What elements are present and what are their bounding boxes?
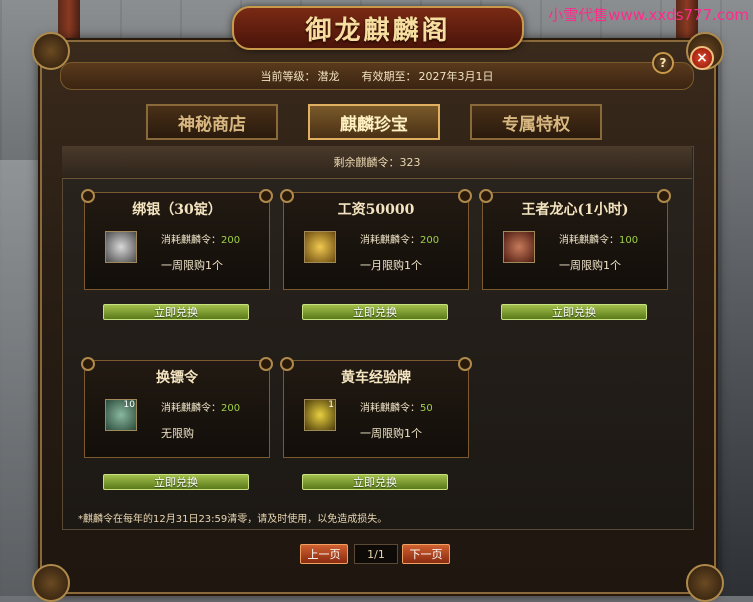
item-card-escort-token: 换镖令 10 消耗麒麟令：200 无限购 <box>81 357 273 458</box>
exchange-button[interactable]: 立即兑换 <box>302 304 448 320</box>
panel-title: 御龙麒麟阁 <box>305 15 451 46</box>
expiry-info: 有效期至： 2027年3月1日 <box>362 68 494 84</box>
cost-value: 200 <box>420 235 440 246</box>
expiry-value: 2027年3月1日 <box>418 70 494 83</box>
cost-value: 200 <box>221 403 241 414</box>
watermark-text: 小雪代售www.xxds777.com <box>548 6 749 24</box>
prev-page-button[interactable]: 上一页 <box>300 544 348 564</box>
cost-label: 消耗麒麟令： <box>161 235 221 246</box>
item-limit: 一月限购1个 <box>360 259 422 272</box>
level-info: 当前等级： 潜龙 <box>261 68 340 84</box>
gold-pouch-icon[interactable] <box>304 231 336 263</box>
item-limit: 无限购 <box>161 427 194 440</box>
silver-ingot-icon[interactable] <box>105 231 137 263</box>
item-card-salary: 工资50000 消耗麒麟令：200 一月限购1个 <box>280 189 472 290</box>
escort-token-icon[interactable]: 10 <box>105 399 137 431</box>
item-cost: 消耗麒麟令：50 <box>360 399 433 414</box>
title-plaque: 御龙麒麟阁 <box>232 6 524 50</box>
help-button[interactable]: ? <box>652 52 674 74</box>
cost-value: 50 <box>420 403 433 414</box>
item-stack-count: 1 <box>328 400 334 410</box>
item-card-dragon-heart: 王者龙心(1小时) 消耗麒麟令：100 一周限购1个 <box>479 189 671 290</box>
next-page-button[interactable]: 下一页 <box>402 544 450 564</box>
item-cost: 消耗麒麟令：200 <box>161 231 240 246</box>
cost-label: 消耗麒麟令： <box>360 235 420 246</box>
item-card-yellow-cart: 黄车经验牌 1 消耗麒麟令：50 一周限购1个 <box>280 357 472 458</box>
cost-label: 消耗麒麟令： <box>161 403 221 414</box>
exchange-button[interactable]: 立即兑换 <box>103 474 249 490</box>
item-card-bound-silver: 绑银（30锭） 消耗麒麟令：200 一周限购1个 <box>81 189 273 290</box>
item-cost: 消耗麒麟令：200 <box>161 399 240 414</box>
expiry-label: 有效期至： <box>361 70 417 83</box>
level-label: 当前等级： <box>260 70 316 83</box>
close-button[interactable]: × <box>690 46 714 70</box>
item-cost: 消耗麒麟令：100 <box>559 231 638 246</box>
page-indicator: 1/1 <box>354 544 398 564</box>
corner-ornament-br <box>686 564 724 602</box>
yellow-cart-icon[interactable]: 1 <box>304 399 336 431</box>
item-limit: 一周限购1个 <box>360 427 422 440</box>
remaining-value: 323 <box>399 155 421 169</box>
item-name: 王者龙心(1小时) <box>521 202 629 218</box>
item-limit: 一周限购1个 <box>559 259 621 272</box>
level-value: 潜龙 <box>317 70 340 83</box>
item-name: 换镖令 <box>156 370 198 386</box>
corner-ornament-bl <box>32 564 70 602</box>
reset-notice: *麒麟令在每年的12月31日23:59清零，请及时使用，以免造成损失。 <box>78 514 388 525</box>
status-bar: 当前等级： 潜龙 有效期至： 2027年3月1日 <box>60 62 694 90</box>
cost-label: 消耗麒麟令： <box>360 403 420 414</box>
exchange-button[interactable]: 立即兑换 <box>103 304 249 320</box>
item-name: 绑银（30锭） <box>132 202 222 218</box>
tab-exclusive-privilege[interactable]: 专属特权 <box>470 104 602 140</box>
cost-label: 消耗麒麟令： <box>559 235 619 246</box>
item-name: 黄车经验牌 <box>341 370 411 386</box>
tab-mystery-shop[interactable]: 神秘商店 <box>146 104 278 140</box>
exchange-button[interactable]: 立即兑换 <box>302 474 448 490</box>
item-stack-count: 10 <box>123 400 135 410</box>
cost-value: 200 <box>221 235 241 246</box>
cost-value: 100 <box>619 235 639 246</box>
dragon-heart-icon[interactable] <box>503 231 535 263</box>
remaining-tokens-bar: 剩余麒麟令： 323 <box>62 146 692 179</box>
tab-qilin-treasure[interactable]: 麒麟珍宝 <box>308 104 440 140</box>
item-limit: 一周限购1个 <box>161 259 223 272</box>
exchange-button[interactable]: 立即兑换 <box>501 304 647 320</box>
remaining-label: 剩余麒麟令： <box>333 156 400 169</box>
item-name: 工资50000 <box>337 202 415 218</box>
item-cost: 消耗麒麟令：200 <box>360 231 439 246</box>
